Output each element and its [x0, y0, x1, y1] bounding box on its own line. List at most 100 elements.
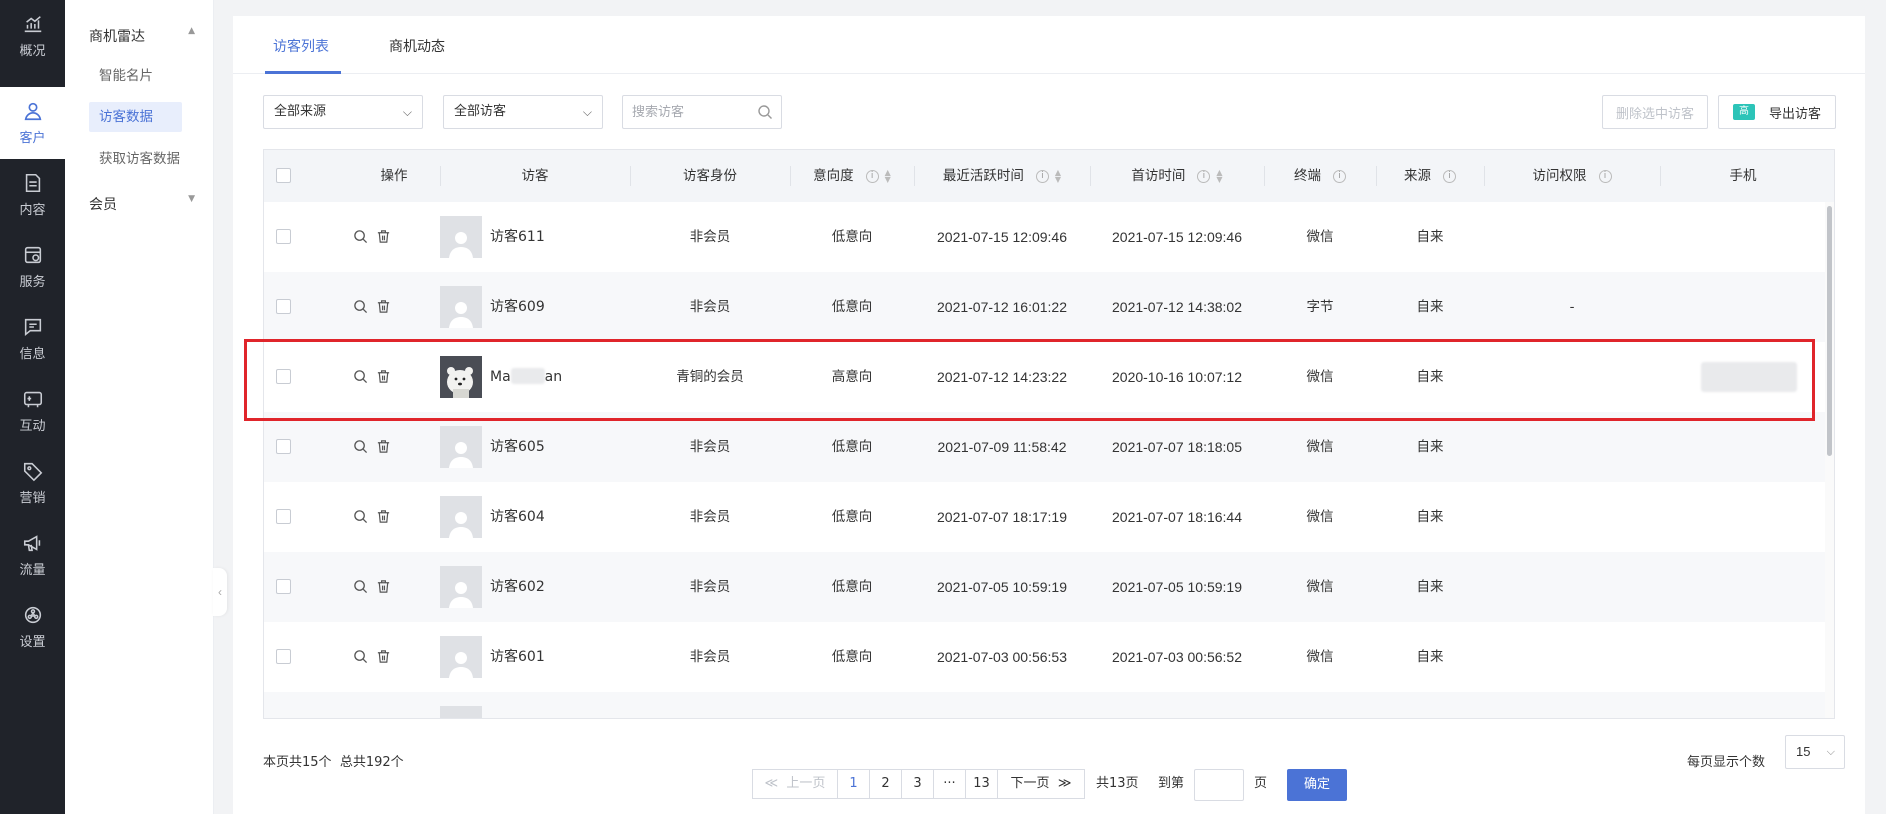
sort-icon[interactable]: ▲ ▼: [1055, 169, 1061, 184]
pagination: ≪ 上一页 1 2 3 ··· 13 下一页 ≫: [752, 769, 1085, 799]
intent-cell: 低意向: [831, 649, 873, 665]
default-avatar-icon: [449, 582, 473, 608]
delete-selected-button[interactable]: 删除选中访客: [1602, 95, 1708, 129]
submenu-item-smart-card[interactable]: 智能名片: [89, 61, 182, 91]
row-checkbox[interactable]: [276, 299, 291, 314]
visitor-name[interactable]: 访客609: [490, 272, 545, 342]
next-page-label: 下一页: [1010, 776, 1050, 791]
default-avatar-icon: [449, 652, 473, 678]
trash-icon[interactable]: [376, 229, 391, 244]
page-button[interactable]: 3: [901, 769, 934, 799]
search-icon[interactable]: [353, 579, 368, 594]
page-jump-input[interactable]: [1194, 769, 1244, 801]
terminal-cell: 微信: [1306, 509, 1334, 525]
per-page-label: 每页显示个数: [1687, 755, 1766, 770]
trash-icon[interactable]: [376, 509, 391, 524]
trash-icon[interactable]: [376, 299, 391, 314]
trash-icon[interactable]: [376, 439, 391, 454]
last-active-cell: 2021-07-15 12:09:46: [937, 229, 1067, 245]
confirm-jump-button[interactable]: 确定: [1287, 769, 1347, 801]
table-row[interactable]: 访客602 非会员 低意向 2021-07-05 10:59:19 2021-0…: [264, 552, 1826, 622]
rail-label-interaction: 互动: [19, 419, 46, 434]
prev-page-button[interactable]: ≪ 上一页: [752, 769, 838, 799]
submenu-group-member-label: 会员: [89, 197, 117, 213]
rail-item-overview[interactable]: 概况: [0, 0, 65, 72]
search-icon[interactable]: [353, 299, 368, 314]
page-button[interactable]: 1: [837, 769, 870, 799]
table-row[interactable]: [264, 692, 1826, 718]
rail-item-message[interactable]: 信息: [0, 303, 65, 375]
permission-cell: [1484, 622, 1660, 692]
submenu-item-get-visitor-data[interactable]: 获取访客数据: [89, 144, 182, 174]
rail-item-traffic[interactable]: 流量: [0, 519, 65, 591]
avatar: [440, 496, 482, 538]
row-checkbox[interactable]: [276, 649, 291, 664]
rail-item-settings[interactable]: 设置: [0, 591, 65, 663]
tab-opportunity-feed[interactable]: 商机动态: [389, 36, 445, 56]
page-button[interactable]: 13: [965, 769, 998, 799]
caret-up-icon: ▲: [188, 26, 195, 36]
source-filter-select[interactable]: 全部来源 ⌵: [263, 95, 423, 129]
sort-icon[interactable]: ▲ ▼: [1216, 169, 1222, 184]
table-row[interactable]: 访客601 非会员 低意向 2021-07-03 00:56:53 2021-0…: [264, 622, 1826, 692]
avatar: [440, 706, 482, 718]
visitor-search[interactable]: [622, 95, 782, 129]
table-scrollbar-thumb[interactable]: [1827, 206, 1832, 456]
per-page-select[interactable]: 15 ⌵: [1785, 735, 1845, 769]
first-visit-cell: 2021-07-07 18:16:44: [1112, 509, 1242, 525]
visitor-name[interactable]: 访客601: [490, 622, 545, 692]
header-intent[interactable]: 意向度 i ▲ ▼: [790, 150, 914, 202]
user-icon: [24, 102, 41, 121]
trash-icon[interactable]: [376, 649, 391, 664]
page-button[interactable]: 2: [869, 769, 902, 799]
header-intent-label: 意向度: [813, 168, 854, 184]
intent-cell: 低意向: [831, 509, 873, 525]
select-all-checkbox[interactable]: [276, 168, 291, 183]
collapse-sidebar-handle[interactable]: ‹: [213, 568, 227, 616]
interaction-icon: [23, 391, 42, 408]
next-page-button[interactable]: 下一页 ≫: [997, 769, 1085, 799]
premium-badge: 高: [1732, 104, 1755, 120]
search-icon[interactable]: [757, 104, 773, 120]
search-input[interactable]: [623, 96, 753, 128]
search-icon[interactable]: [353, 229, 368, 244]
visitor-name[interactable]: 访客602: [490, 552, 545, 622]
header-permission-label: 访问权限: [1532, 168, 1587, 184]
rail-item-customer[interactable]: 客户: [0, 87, 65, 159]
trash-icon[interactable]: [376, 579, 391, 594]
row-checkbox[interactable]: [276, 229, 291, 244]
table-row[interactable]: 访客609 非会员 低意向 2021-07-12 16:01:22 2021-0…: [264, 272, 1826, 342]
source-cell: 自来: [1416, 509, 1444, 525]
search-icon[interactable]: [353, 439, 368, 454]
rail-item-service[interactable]: 服务: [0, 231, 65, 303]
row-checkbox[interactable]: [276, 579, 291, 594]
row-actions: [353, 649, 391, 664]
submenu-group-member[interactable]: 会员 ▼: [89, 194, 195, 214]
table-row[interactable]: 访客611 非会员 低意向 2021-07-15 12:09:46 2021-0…: [264, 202, 1826, 272]
row-actions: [353, 439, 391, 454]
source-cell: 自来: [1416, 649, 1444, 665]
header-first-visit[interactable]: 首访时间 i ▲ ▼: [1090, 150, 1264, 202]
rail-item-content[interactable]: 内容: [0, 159, 65, 231]
header-identity: 访客身份: [683, 168, 737, 184]
visitor-name[interactable]: 访客611: [490, 202, 545, 272]
export-visitors-button[interactable]: 高 导出访客: [1718, 95, 1836, 129]
identity-cell: 非会员: [689, 229, 731, 245]
visitor-filter-select[interactable]: 全部访客 ⌵: [443, 95, 603, 129]
row-checkbox[interactable]: [276, 439, 291, 454]
sort-icon[interactable]: ▲ ▼: [885, 169, 891, 184]
submenu-group-radar[interactable]: 商机雷达 ▲: [89, 26, 195, 46]
visitor-name[interactable]: 访客604: [490, 482, 545, 552]
search-icon[interactable]: [353, 509, 368, 524]
submenu-item-visitor-data[interactable]: 访客数据: [89, 102, 182, 132]
visitor-name[interactable]: 访客605: [490, 412, 545, 482]
header-last-active[interactable]: 最近活跃时间 i ▲ ▼: [914, 150, 1090, 202]
row-checkbox[interactable]: [276, 509, 291, 524]
table-row[interactable]: 访客605 非会员 低意向 2021-07-09 11:58:42 2021-0…: [264, 412, 1826, 482]
search-icon[interactable]: [353, 649, 368, 664]
tab-visitor-list[interactable]: 访客列表: [273, 36, 329, 56]
page-ellipsis[interactable]: ···: [933, 769, 966, 799]
rail-item-interaction[interactable]: 互动: [0, 375, 65, 447]
table-row[interactable]: 访客604 非会员 低意向 2021-07-07 18:17:19 2021-0…: [264, 482, 1826, 552]
rail-item-marketing[interactable]: 营销: [0, 447, 65, 519]
